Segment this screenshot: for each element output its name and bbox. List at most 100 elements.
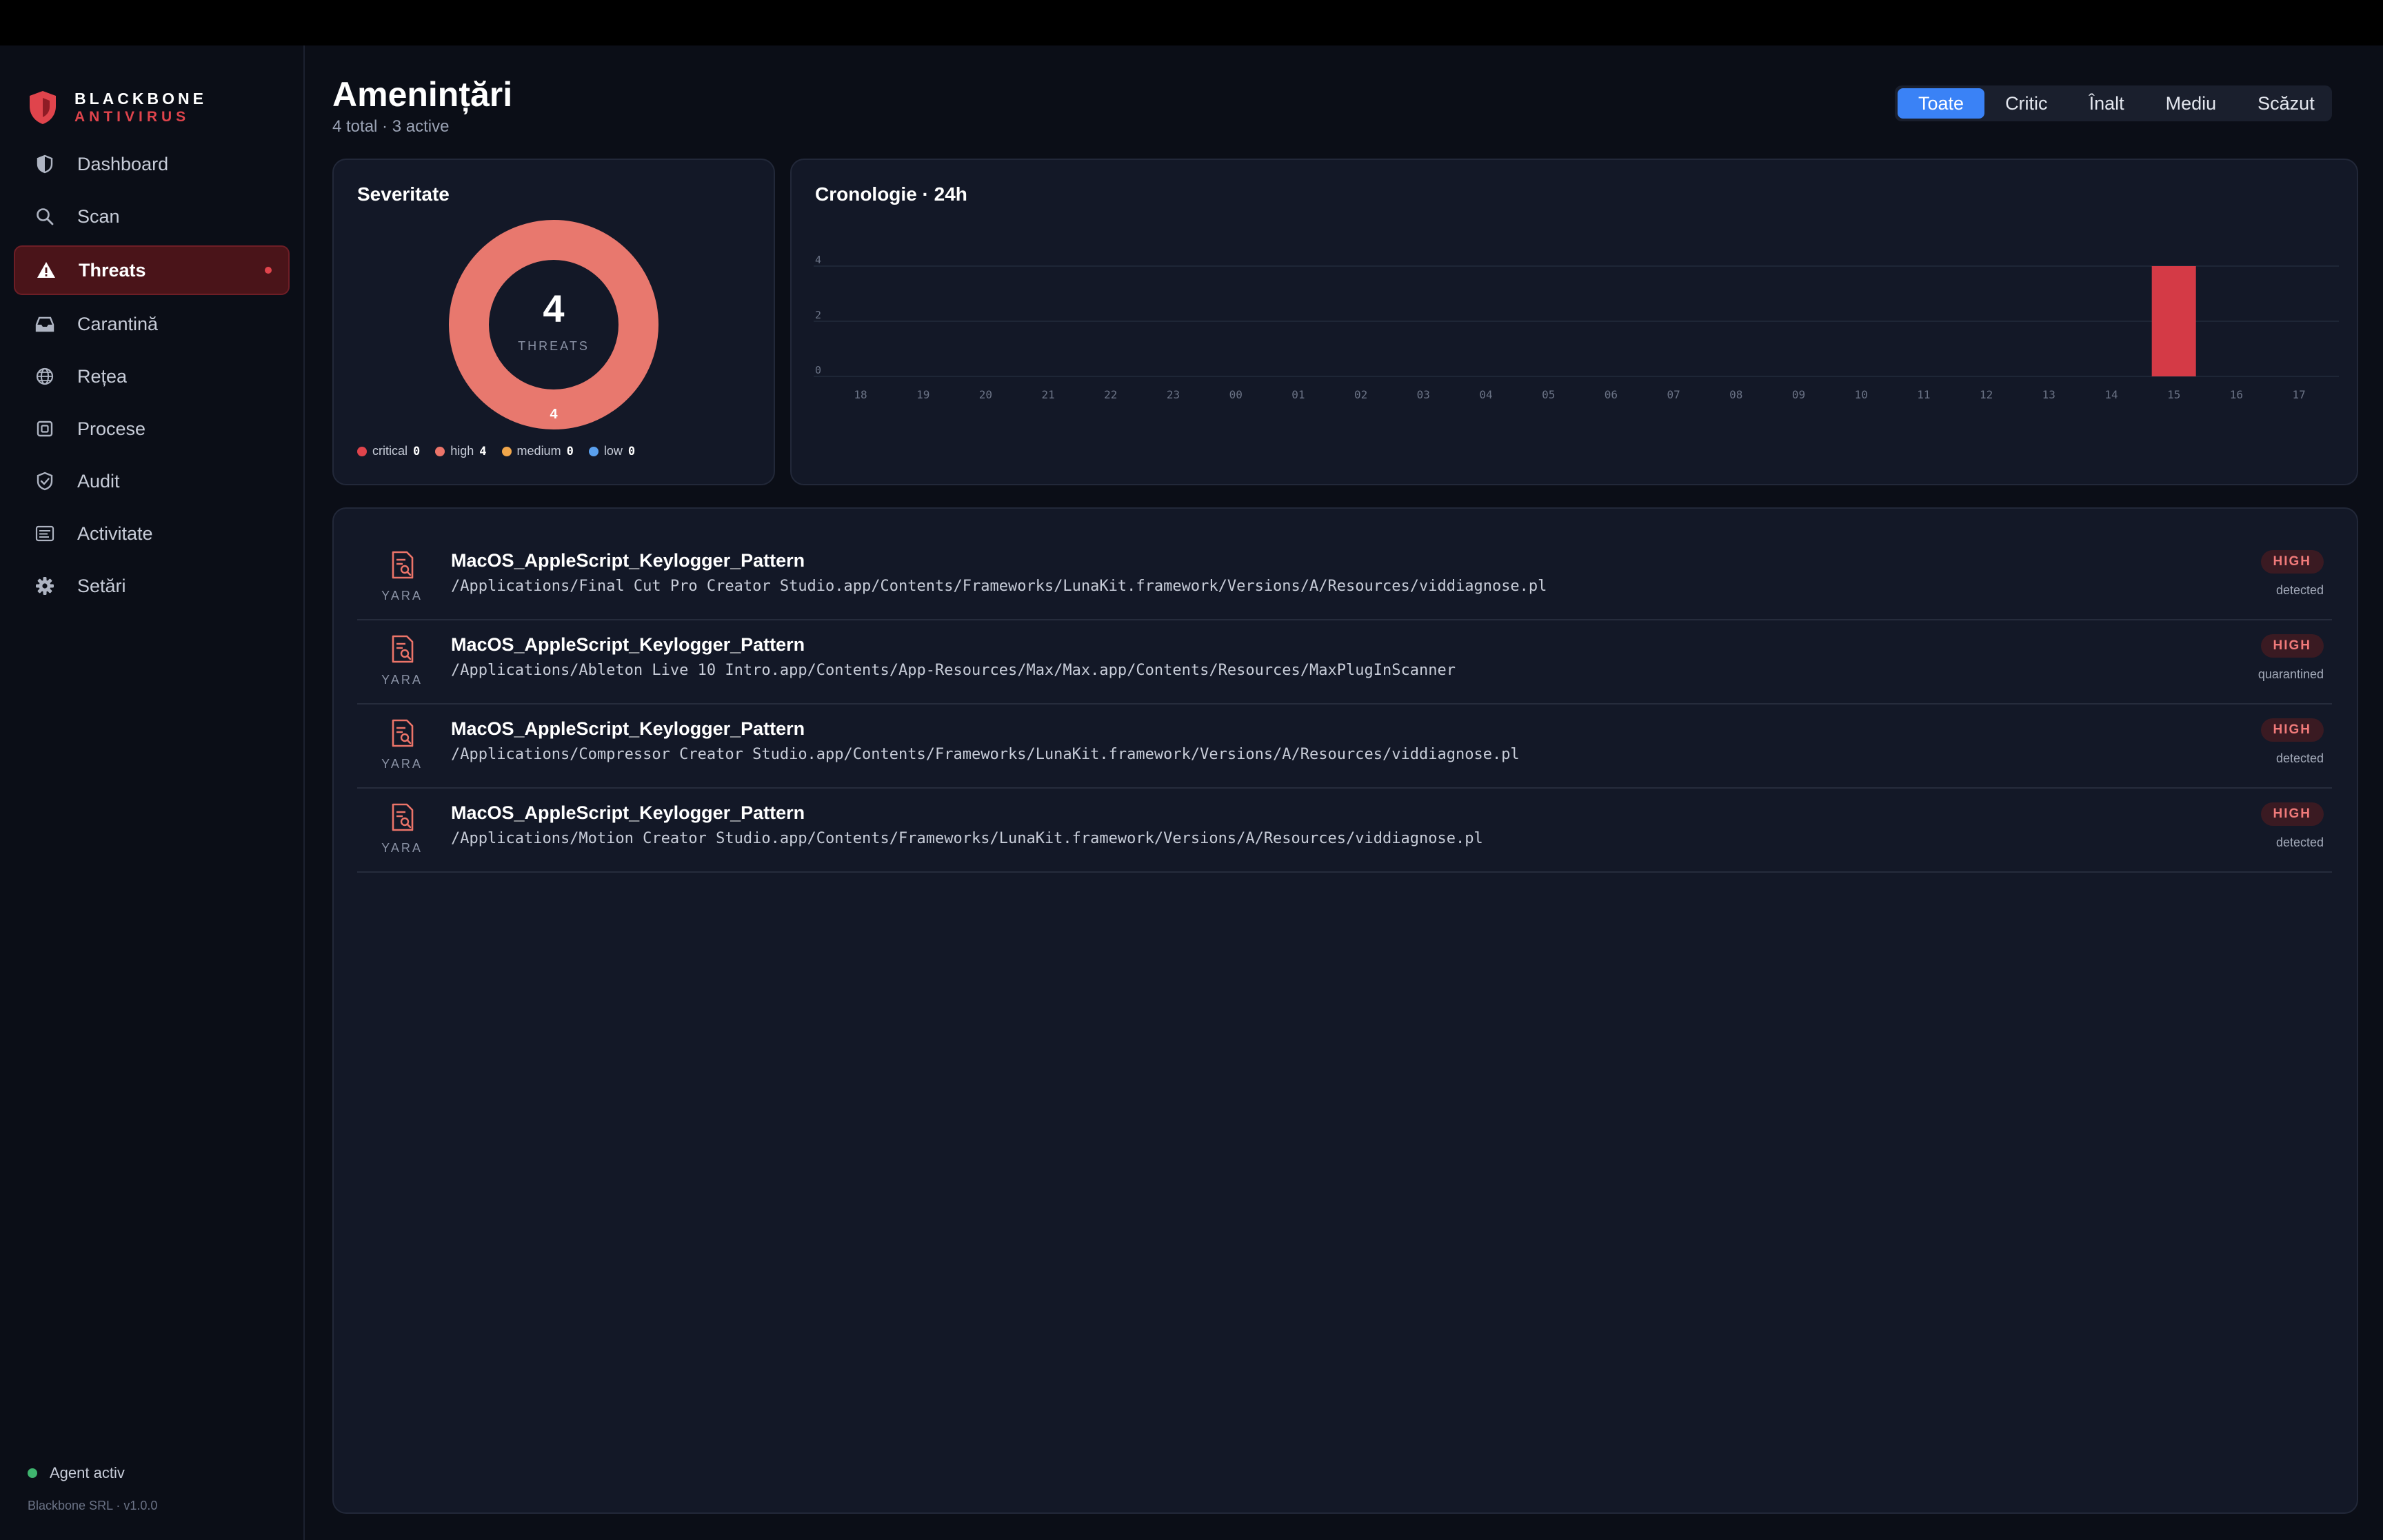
threat-row[interactable]: YARA MacOS_AppleScript_Keylogger_Pattern…: [357, 787, 2332, 873]
main-content: Amenințări 4 total · 3 active Toate Crit…: [305, 45, 2383, 1540]
legend-label: high: [450, 444, 474, 458]
threat-path: /Applications/Compressor Creator Studio.…: [451, 746, 1520, 763]
legend-label: critical: [372, 444, 408, 458]
legend-label: low: [603, 444, 623, 458]
donut-segment-label: 4: [550, 407, 558, 422]
cpu-icon: [33, 417, 57, 440]
app-window: BLACKBONE ANTIVIRUS Dashboard Scan Threa…: [0, 45, 2383, 1540]
donut-total: 4: [543, 287, 565, 330]
globe-icon: [33, 365, 57, 388]
sidebar-item-activitate[interactable]: Activitate: [14, 510, 290, 557]
x-tick-label: 17: [2292, 388, 2305, 401]
sidebar-item-carantina[interactable]: Carantină: [14, 301, 290, 347]
sidebar-item-label: Carantină: [77, 313, 159, 334]
sidebar-item-label: Audit: [77, 470, 120, 492]
severity-badge: HIGH: [2260, 634, 2324, 658]
y-tick-label: 4: [815, 254, 821, 266]
legend-label: medium: [516, 444, 561, 458]
x-tick-label: 22: [1104, 388, 1117, 401]
legend-dot: [357, 446, 367, 456]
filter-inalt[interactable]: Înalt: [2069, 88, 2145, 119]
threat-row[interactable]: YARA MacOS_AppleScript_Keylogger_Pattern…: [357, 703, 2332, 789]
x-tick-label: 16: [2230, 388, 2243, 401]
status-dot: [28, 1468, 37, 1478]
x-tick-label: 11: [1917, 388, 1930, 401]
filter-critic[interactable]: Critic: [1984, 88, 2069, 119]
x-tick-label: 03: [1417, 388, 1430, 401]
threat-name: MacOS_AppleScript_Keylogger_Pattern: [451, 802, 805, 823]
y-tick-label: 2: [815, 309, 821, 321]
threat-row[interactable]: YARA MacOS_AppleScript_Keylogger_Pattern…: [357, 535, 2332, 620]
sidebar: BLACKBONE ANTIVIRUS Dashboard Scan Threa…: [0, 45, 305, 1540]
severity-badge: HIGH: [2260, 718, 2324, 742]
file-scan-icon: [392, 635, 414, 663]
file-scan-icon: [392, 551, 414, 579]
x-tick-label: 07: [1667, 388, 1680, 401]
bar-15: [2151, 266, 2196, 376]
x-tick-label: 21: [1041, 388, 1054, 401]
shield-logo-icon: [30, 91, 56, 124]
threat-row[interactable]: YARA MacOS_AppleScript_Keylogger_Pattern…: [357, 619, 2332, 705]
threat-status: detected: [2275, 583, 2324, 597]
legend-count: 0: [413, 444, 421, 458]
severity-card: Severitate 4 THREATS 4 critical 0 high 4: [332, 159, 775, 485]
list-icon: [33, 522, 57, 545]
threat-name: MacOS_AppleScript_Keylogger_Pattern: [451, 550, 805, 571]
sidebar-nav: Dashboard Scan Threats Carantină Rețea P…: [14, 141, 290, 615]
notification-dot: [265, 267, 272, 274]
version-footer: Blackbone SRL · v1.0.0: [28, 1499, 158, 1512]
inbox-icon: [33, 312, 57, 336]
threat-source: YARA: [381, 841, 423, 855]
x-tick-label: 01: [1291, 388, 1305, 401]
x-tick-label: 06: [1605, 388, 1618, 401]
x-tick-label: 20: [979, 388, 992, 401]
sidebar-item-audit[interactable]: Audit: [14, 458, 290, 505]
legend-dot: [501, 446, 512, 456]
timeline-card: Cronologie · 24h 0 2 4 18 19 20 21 22 23 00 01 02 03…: [790, 159, 2358, 485]
sidebar-item-dashboard[interactable]: Dashboard: [14, 141, 290, 188]
x-tick-label: 08: [1729, 388, 1742, 401]
filter-scazut[interactable]: Scăzut: [2237, 88, 2335, 119]
filter-mediu[interactable]: Mediu: [2145, 88, 2238, 119]
sidebar-item-threats[interactable]: Threats: [14, 245, 290, 295]
x-tick-label: 00: [1229, 388, 1243, 401]
brand-logo[interactable]: BLACKBONE ANTIVIRUS: [28, 80, 207, 135]
warning-icon: [34, 259, 58, 282]
y-tick-label: 0: [815, 364, 821, 376]
sidebar-item-setari[interactable]: Setări: [14, 563, 290, 609]
donut-label: THREATS: [518, 339, 590, 353]
sidebar-item-procese[interactable]: Procese: [14, 405, 290, 452]
severity-filter: Toate Critic Înalt Mediu Scăzut: [1895, 85, 2332, 121]
page-title: Amenințări: [332, 75, 513, 114]
threat-status: detected: [2275, 751, 2324, 765]
legend-medium: medium 0: [501, 444, 574, 458]
agent-status-label: Agent activ: [50, 1464, 125, 1481]
legend-count: 0: [566, 444, 574, 458]
shield-check-icon: [33, 469, 57, 493]
file-scan-icon: [392, 719, 414, 747]
sidebar-item-scan[interactable]: Scan: [14, 193, 290, 240]
sidebar-item-label: Setări: [77, 575, 126, 596]
legend-critical: critical 0: [357, 444, 420, 458]
severity-legend: critical 0 high 4 medium 0 low 0: [357, 444, 650, 458]
x-tick-label: 18: [854, 388, 867, 401]
sidebar-item-label: Dashboard: [77, 153, 169, 174]
x-tick-label: 14: [2104, 388, 2118, 401]
threat-source: YARA: [381, 589, 423, 602]
timeline-chart: 02418 19 20 21 22 23 00 01 02 03 04 05 06 07 08 09 10 11 1…: [814, 254, 2339, 401]
threat-path: /Applications/Motion Creator Studio.app/…: [451, 830, 1483, 847]
x-tick-label: 12: [1980, 388, 1993, 401]
x-tick-label: 23: [1167, 388, 1180, 401]
threat-path: /Applications/Ableton Live 10 Intro.app/…: [451, 662, 1456, 679]
filter-toate[interactable]: Toate: [1898, 88, 1985, 119]
x-tick-label: 09: [1792, 388, 1805, 401]
severity-title: Severitate: [357, 183, 450, 205]
threat-name: MacOS_AppleScript_Keylogger_Pattern: [451, 718, 805, 739]
gear-icon: [33, 574, 57, 598]
sidebar-item-retea[interactable]: Rețea: [14, 353, 290, 400]
legend-low: low 0: [588, 444, 635, 458]
threat-name: MacOS_AppleScript_Keylogger_Pattern: [451, 634, 805, 655]
threat-path: /Applications/Final Cut Pro Creator Stud…: [451, 578, 1547, 595]
x-tick-label: 05: [1542, 388, 1555, 401]
sidebar-item-label: Threats: [79, 259, 146, 281]
